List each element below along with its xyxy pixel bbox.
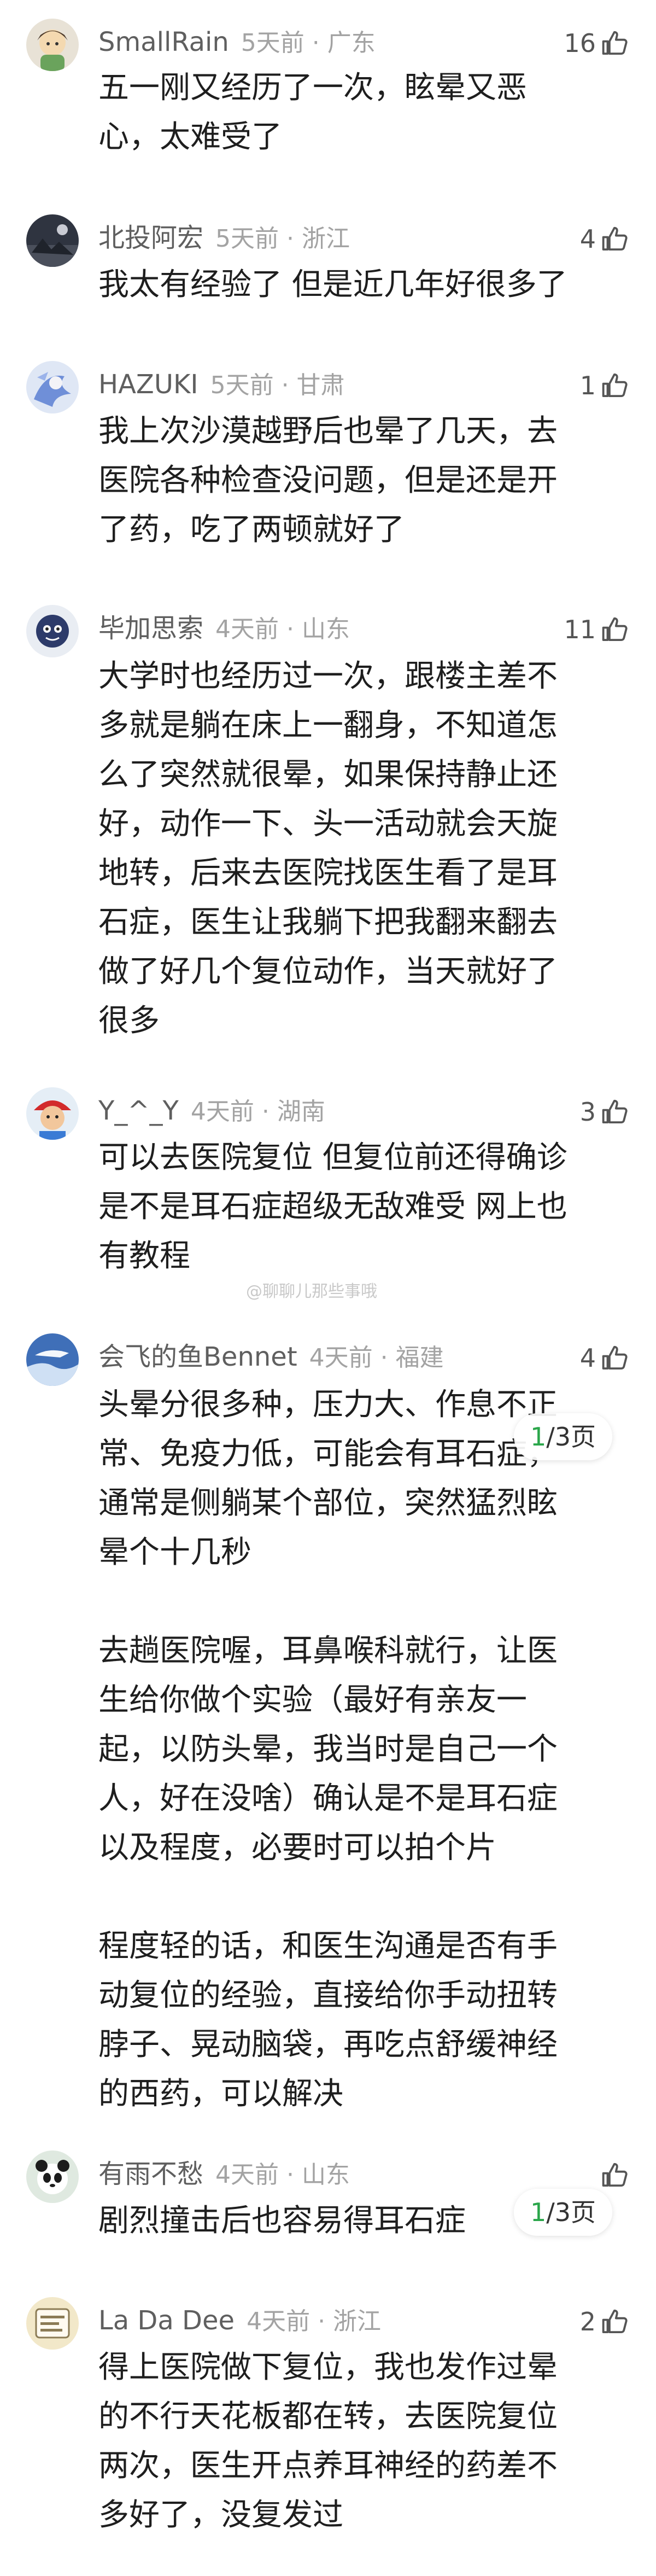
comment-text: 头晕分很多种，压力大、作息不正 常、免疫力低，可能会有耳石症， 通常是侧躺某个部… (98, 1387, 558, 2112)
page-total: /3页 (546, 2198, 596, 2227)
avatar[interactable] (26, 361, 79, 413)
thumbs-up-icon (602, 2163, 628, 2187)
comment-meta: 北投阿宏 5天前 · 浙江 (98, 223, 350, 253)
comment-meta: La Da Dee 4天前 · 浙江 (98, 2305, 382, 2336)
comment-time: 4天前 (190, 1098, 254, 1126)
comment-location: 福建 (395, 1344, 444, 1372)
page-total: /3页 (546, 1422, 596, 1452)
comment-time: 5天前 (241, 29, 304, 57)
page-indicator[interactable]: 1/3页 (514, 1413, 613, 1460)
avatar[interactable] (26, 19, 79, 71)
avatar[interactable] (26, 214, 79, 267)
thumbs-up-icon (602, 1099, 628, 1124)
comment-meta: 有雨不愁 4天前 · 山东 (98, 2159, 350, 2189)
comment-location: 广东 (327, 29, 376, 57)
comment-time: 5天前 (215, 225, 279, 253)
comment-text: 我太有经验了 但是近几年好很多了 (98, 267, 567, 302)
like-count: 3 (579, 1097, 596, 1127)
avatar[interactable] (26, 605, 79, 657)
username[interactable]: HAZUKI (98, 369, 198, 400)
comment-time: 4天前 (247, 2307, 311, 2335)
thumbs-up-icon (602, 373, 628, 398)
username[interactable]: SmallRain (98, 27, 229, 57)
avatar[interactable] (26, 1087, 79, 1140)
like-button[interactable]: 2 (580, 2304, 630, 2340)
username[interactable]: 会飞的鱼Bennet (98, 1342, 297, 1372)
like-count: 1 (579, 371, 596, 400)
username[interactable]: 毕加思索 (98, 613, 203, 644)
like-button[interactable]: 3 (580, 1094, 630, 1130)
thumbs-up-icon (602, 617, 628, 642)
comment-time: 4天前 (309, 1344, 373, 1372)
page-current: 1 (530, 1422, 547, 1452)
comment-meta: HAZUKI 5天前 · 甘肃 (98, 369, 345, 400)
username[interactable]: La Da Dee (98, 2305, 235, 2336)
like-count: 11 (564, 615, 596, 644)
thumbs-up-icon (602, 31, 628, 55)
like-button[interactable] (596, 2157, 630, 2193)
like-count: 4 (579, 1343, 596, 1373)
thumbs-up-icon (602, 226, 628, 251)
like-count: 4 (579, 224, 596, 254)
like-button[interactable]: 1 (580, 368, 630, 404)
avatar[interactable] (26, 2297, 79, 2350)
thumbs-up-icon (602, 2309, 628, 2334)
comment-meta: 会飞的鱼Bennet 4天前 · 福建 (98, 1342, 444, 1372)
comment-text: 五一刚又经历了一次，眩晕又恶 心，太难受了 (98, 70, 527, 155)
username[interactable]: 有雨不愁 (98, 2159, 203, 2189)
comment-location: 浙江 (301, 225, 350, 253)
like-count: 16 (564, 28, 596, 58)
watermark-text: @聊聊儿那些事哦 (246, 1282, 377, 1301)
comment-text: 我上次沙漠越野后也晕了几天，去 医院各种检查没问题，但是还是开 了药，吃了两顿就… (98, 413, 558, 547)
comment-location: 甘肃 (296, 371, 345, 399)
like-button[interactable]: 16 (564, 25, 630, 61)
username[interactable]: Y_^_Y (98, 1095, 179, 1126)
comment-text: 可以去医院复位 但复位前还得确诊 是不是耳石症超级无敌难受 网上也 有教程 (98, 1140, 567, 1274)
comment-location: 山东 (301, 615, 350, 643)
comment-location: 山东 (301, 2161, 350, 2189)
comment-text: 大学时也经历过一次，跟楼主差不 多就是躺在床上一翻身，不知道怎 么了突然就很晕，… (98, 658, 558, 1039)
like-count: 2 (579, 2307, 596, 2336)
username[interactable]: 北投阿宏 (98, 223, 203, 253)
comment-time: 4天前 (215, 615, 279, 643)
comment-time: 5天前 (210, 371, 274, 399)
page-indicator[interactable]: 1/3页 (514, 2189, 613, 2236)
like-button[interactable]: 4 (580, 221, 630, 257)
comment-location: 湖南 (277, 1098, 325, 1126)
avatar[interactable] (26, 2150, 79, 2203)
comment-location: 浙江 (333, 2307, 382, 2335)
comment-meta: Y_^_Y 4天前 · 湖南 (98, 1095, 325, 1126)
page-current: 1 (530, 2198, 547, 2227)
like-button[interactable]: 4 (580, 1340, 630, 1376)
comment-meta: 毕加思索 4天前 · 山东 (98, 613, 350, 644)
comment-meta: SmallRain 5天前 · 广东 (98, 27, 376, 57)
like-button[interactable]: 11 (564, 611, 630, 648)
avatar[interactable] (26, 1333, 79, 1386)
comment-time: 4天前 (215, 2161, 279, 2189)
comment-text: 得上医院做下复位，我也发作过晕 的不行天花板都在转，去医院复位 两次，医生开点养… (98, 2350, 558, 2533)
thumbs-up-icon (602, 1345, 628, 1370)
